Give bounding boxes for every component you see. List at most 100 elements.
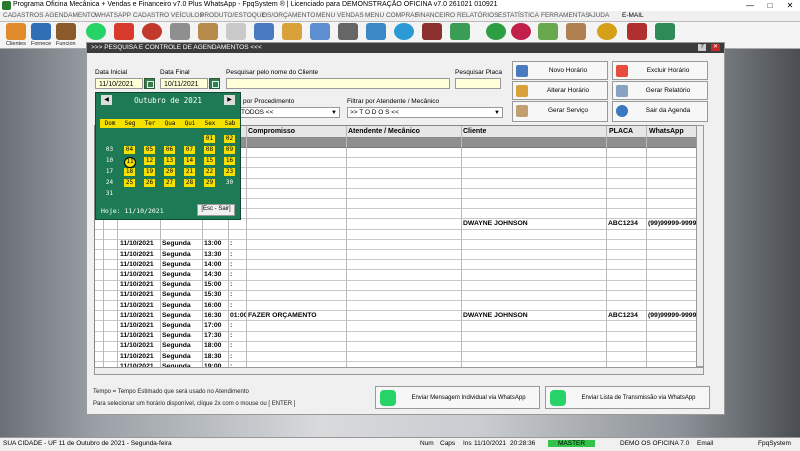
table-row[interactable]: 11/10/2021 Segunda 14:00: [95, 260, 697, 271]
mail-icon[interactable] [254, 23, 274, 40]
card-icon[interactable] [450, 23, 470, 40]
table-row[interactable]: 11/10/2021 Segunda 16:30 01:00 FAZER ORÇAMEN… [95, 311, 697, 322]
book-icon[interactable] [422, 23, 442, 40]
tomato-icon[interactable] [142, 23, 162, 40]
maximize-icon[interactable]: □ [760, 0, 780, 11]
gerar-servico-button[interactable]: Gerar Serviço [512, 101, 608, 122]
dollar-icon[interactable] [486, 23, 506, 40]
calendar-day[interactable]: 14 [184, 157, 195, 165]
calendar-day[interactable]: 13 [164, 157, 175, 165]
placa-search-input[interactable] [455, 78, 501, 89]
table-row[interactable]: 11/10/2021 Segunda 13:30: [95, 250, 697, 261]
minimize-icon[interactable]: — [740, 0, 760, 11]
dialog-close-icon[interactable]: ✕ [711, 44, 720, 51]
calendar-day[interactable]: 02 [224, 135, 235, 143]
table-row[interactable]: 11/10/2021 Segunda 18:00: [95, 341, 697, 352]
wa-lista-button[interactable]: Enviar Lista de Transmissão via WhatsApp [545, 386, 710, 409]
table-vertical-scrollbar[interactable] [696, 125, 704, 367]
table-row[interactable]: 11/10/2021 Segunda 15:00: [95, 280, 697, 291]
table-row[interactable]: 11/10/2021 Segunda 14:30: [95, 270, 697, 281]
next-month-icon[interactable]: ▶ [224, 95, 235, 105]
menu-financeiro[interactable]: FINANCEIRO [415, 12, 455, 19]
calendar-day[interactable]: 22 [204, 168, 215, 176]
procedimento-select[interactable]: TODOS << ▼ [238, 107, 340, 118]
menu-cadastro-veiculos[interactable]: CADASTRO VEÍCULOS [133, 12, 204, 19]
calendar-day[interactable]: 28 [184, 179, 195, 187]
shop-icon[interactable] [310, 23, 330, 40]
people-icon[interactable] [6, 23, 26, 40]
notes-icon[interactable] [226, 23, 246, 40]
calendar-day[interactable]: 10 [104, 157, 115, 165]
menu-compras[interactable]: MENU COMPRAS [365, 12, 419, 19]
menu-estatistica[interactable]: ESTATÍSTICA [498, 12, 539, 19]
data-inicial-input[interactable]: 11/10/2021 [95, 78, 143, 89]
menu-ajuda[interactable]: AJUDA [588, 12, 609, 19]
menu-produto-estoque[interactable]: PRODUTO/ESTOQUE [200, 12, 266, 19]
calendar-day[interactable]: 23 [224, 168, 235, 176]
calendar-day[interactable]: 16 [224, 157, 235, 165]
menu-cadastros[interactable]: CADASTROS [3, 12, 43, 19]
calendar-day[interactable]: 21 [184, 168, 195, 176]
calendar-day[interactable]: 11 [124, 157, 136, 168]
table-row[interactable]: 11/10/2021 Segunda 13:00: [95, 239, 697, 250]
menu-ferramentas[interactable]: FERRAMENTAS [541, 12, 590, 19]
box-icon[interactable] [198, 23, 218, 40]
calendar-day[interactable]: 08 [204, 146, 215, 154]
data-final-input[interactable]: 10/11/2021 [160, 78, 208, 89]
calendar-day[interactable]: 17 [104, 168, 115, 176]
calendar-day[interactable]: 07 [184, 146, 195, 154]
table-row[interactable]: 11/10/2021 Segunda 17:00: [95, 321, 697, 332]
wa-individual-button[interactable]: Enviar Mensagem Individual via WhatsApp [375, 386, 540, 409]
calendar-day[interactable]: 06 [164, 146, 175, 154]
calendar-day[interactable]: 19 [144, 168, 155, 176]
atendente-select[interactable]: >> T O D O S << ▼ [347, 107, 503, 118]
calendar-day[interactable]: 24 [104, 179, 115, 187]
money-icon[interactable] [538, 23, 558, 40]
coin-icon[interactable] [597, 23, 617, 40]
car-icon[interactable] [170, 23, 190, 40]
globe-icon[interactable] [394, 23, 414, 40]
whatsapp-icon[interactable] [86, 23, 106, 40]
exit-icon[interactable] [655, 23, 675, 40]
calendar-day[interactable]: 26 [144, 179, 155, 187]
help-icon[interactable]: ? [698, 44, 706, 51]
calendar-day[interactable]: 30 [224, 179, 235, 187]
excluir-horario-button[interactable]: Excluir Horário [612, 61, 708, 80]
supplier-icon[interactable] [31, 23, 51, 40]
calendar-day[interactable]: 05 [144, 146, 155, 154]
alterar-horario-button[interactable]: Alterar Horário [512, 81, 608, 100]
gerar-relatorio-button[interactable]: Gerar Relatório [612, 81, 708, 100]
chart-icon[interactable] [366, 23, 386, 40]
calendar-day[interactable]: 27 [164, 179, 175, 187]
finance-icon[interactable] [511, 23, 531, 40]
menu-agendamento[interactable]: AGENDAMENTO [45, 12, 96, 19]
table-row[interactable]: 11/10/2021 Segunda 17:30: [95, 331, 697, 342]
tools-icon[interactable] [566, 23, 586, 40]
table-row[interactable]: 11/10/2021 Segunda 15:30: [95, 290, 697, 301]
novo-horario-button[interactable]: Novo Horário [512, 61, 608, 80]
employee-icon[interactable] [56, 23, 76, 40]
calendar-esc-button[interactable]: [Esc - Sair] [197, 204, 235, 216]
calendar-day[interactable]: 03 [104, 146, 115, 154]
table-row[interactable]: 11/10/2021 Segunda 18:30: [95, 352, 697, 363]
folder-icon[interactable] [282, 23, 302, 40]
menu-relatorios[interactable]: RELATÓRIOS [457, 12, 498, 19]
calendar-icon[interactable] [114, 23, 134, 40]
calendar-day[interactable]: 01 [204, 135, 215, 143]
table-row[interactable]: DWAYNE JOHNSON ABC1234 (99)99999-9999 [95, 219, 697, 230]
table-row[interactable]: 11/10/2021 Segunda 16:00: [95, 301, 697, 312]
sair-agenda-button[interactable]: Sair da Agenda [612, 101, 708, 122]
close-icon[interactable]: ✕ [780, 0, 800, 11]
reminder-icon[interactable] [627, 23, 647, 40]
calendar-day[interactable]: 09 [224, 146, 235, 154]
calendar-day[interactable]: 04 [124, 146, 135, 154]
calendar-day[interactable]: 12 [144, 157, 155, 165]
data-inicial-calendar-icon[interactable] [144, 78, 155, 89]
menu-email[interactable]: E-MAIL [622, 12, 644, 19]
calendar-day[interactable]: 18 [124, 168, 135, 176]
printer-icon[interactable] [338, 23, 358, 40]
menu-os-orcamento[interactable]: OS/ORÇAMENTO [262, 12, 315, 19]
calendar-day[interactable]: 20 [164, 168, 175, 176]
calendar-day[interactable]: 15 [204, 157, 215, 165]
table-horizontal-scrollbar[interactable] [94, 367, 704, 375]
